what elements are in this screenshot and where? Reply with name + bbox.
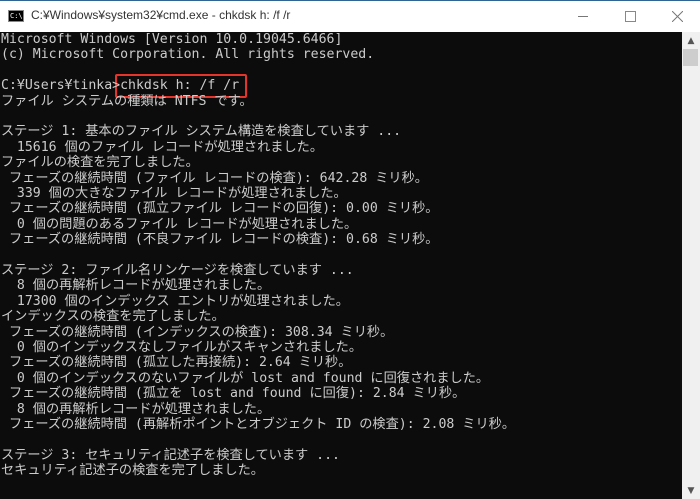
console-line: 8 個の再解析レコードが処理されました。 xyxy=(1,278,271,294)
console-line: (c) Microsoft Corporation. All rights re… xyxy=(1,47,375,63)
console-line: ステージ 2: ファイル名リンケージを検査しています ... xyxy=(1,263,354,278)
scroll-down-button[interactable]: ▼ xyxy=(682,482,700,499)
vertical-scrollbar[interactable]: ▲ ▼ xyxy=(682,32,700,499)
scrollbar-thumb[interactable] xyxy=(683,49,698,66)
cmd-app-icon[interactable]: C:\. xyxy=(8,10,27,22)
console-line: 0 個のインデックスなしファイルがスキャンされました。 xyxy=(1,340,363,355)
maximize-button[interactable] xyxy=(607,1,653,32)
minimize-button[interactable] xyxy=(560,1,606,32)
console-line: 0 個のインデックスのないファイルが lost and found に回復されま… xyxy=(1,370,490,386)
console-line: ステージ 1: 基本のファイル システム構造を検査しています ... xyxy=(1,124,402,140)
close-button[interactable] xyxy=(654,1,700,32)
console-line: 8 個の再解析レコードが処理されました。 xyxy=(1,401,271,417)
console-line: セキュリティ記述子の検査を完了しました。 xyxy=(1,463,264,479)
console-line: フェーズの継続時間 (再解析ポイントとオブジェクト ID の検査): 2.08 … xyxy=(1,417,516,432)
console-line: フェーズの継続時間 (孤立ファイル レコードの回復): 0.00 ミリ秒。 xyxy=(1,201,439,217)
app-icon-label: C:\. xyxy=(10,12,27,20)
close-icon xyxy=(671,11,683,22)
console-line: C:¥Users¥tinka>chkdsk h: /f /r xyxy=(1,78,240,94)
maximize-icon xyxy=(624,11,636,22)
console-line: ファイルの検査を完了しました。 xyxy=(1,155,199,171)
console-line: フェーズの継続時間 (孤立した再接続): 2.64 ミリ秒。 xyxy=(1,355,352,371)
console-line: フェーズの継続時間 (不良ファイル レコードの検査): 0.68 ミリ秒。 xyxy=(1,232,439,248)
minimize-icon xyxy=(578,16,588,17)
console-line: 17300 個のインデックス エントリが処理されました。 xyxy=(1,293,349,309)
cmd-window: C:\. C:¥Windows¥system32¥cmd.exe - chkds… xyxy=(0,0,700,499)
chevron-down-icon: ▼ xyxy=(687,485,695,496)
console-line: フェーズの継続時間 (ファイル レコードの検査): 642.28 ミリ秒。 xyxy=(1,170,428,186)
console-line: ファイル システムの種類は NTFS です。 xyxy=(1,93,253,109)
title-bar[interactable]: C:\. C:¥Windows¥system32¥cmd.exe - chkds… xyxy=(0,1,700,32)
chevron-up-icon: ▲ xyxy=(687,35,695,46)
console-line: 0 個の問題のあるファイル レコードが処理されました。 xyxy=(1,216,358,232)
console-line: フェーズの継続時間 (孤立を lost and found に回復): 2.84… xyxy=(1,386,466,402)
console-line: フェーズの継続時間 (インデックスの検査): 308.34 ミリ秒。 xyxy=(1,324,394,340)
console-line: Microsoft Windows [Version 10.0.19045.64… xyxy=(1,32,343,47)
console-line: 15616 個のファイル レコードが処理されました。 xyxy=(1,139,324,155)
window-title: C:¥Windows¥system32¥cmd.exe - chkdsk h: … xyxy=(31,8,291,22)
console-output[interactable]: Microsoft Windows [Version 10.0.19045.64… xyxy=(0,32,682,499)
console-line: インデックスの検査を完了しました。 xyxy=(1,309,225,325)
console-line: ステージ 3: セキュリティ記述子を検査しています ... xyxy=(1,447,340,463)
console-line: 339 個の大きなファイル レコードが処理されました。 xyxy=(1,186,347,201)
scroll-up-button[interactable]: ▲ xyxy=(682,32,700,49)
